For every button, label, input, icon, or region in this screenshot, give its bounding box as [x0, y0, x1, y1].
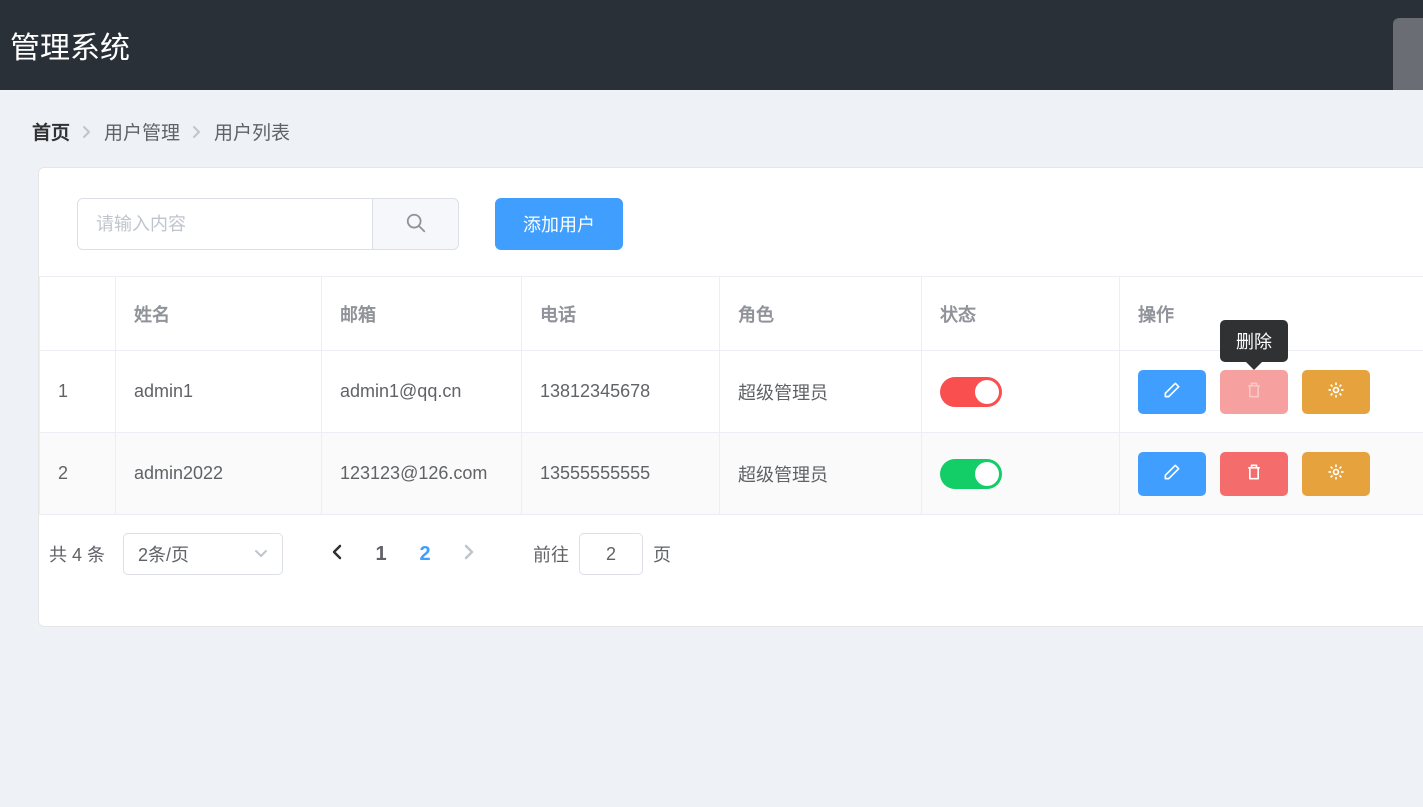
- cell-ops: 删除: [1120, 351, 1423, 433]
- toolbar: 添加用户: [39, 198, 1423, 276]
- col-header-phone: 电话: [522, 277, 720, 351]
- search-group: [77, 198, 459, 250]
- table-header-row: 姓名 邮箱 电话 角色 状态 操作: [40, 277, 1423, 351]
- col-header-name: 姓名: [116, 277, 322, 351]
- next-page-button[interactable]: [449, 534, 489, 574]
- state-toggle[interactable]: [940, 459, 1002, 489]
- cell-email: admin1@qq.cn: [322, 351, 522, 433]
- cell-ops: [1120, 433, 1423, 515]
- table-row: 2 admin2022 123123@126.com 13555555555 超…: [40, 433, 1423, 515]
- state-toggle[interactable]: [940, 377, 1002, 407]
- pager: 1 2: [317, 534, 489, 574]
- pagination: 共 4 条 2条/页 1 2 前往 页: [39, 515, 1423, 615]
- table-row: 1 admin1 admin1@qq.cn 13812345678 超级管理员: [40, 351, 1423, 433]
- col-header-state: 状态: [922, 277, 1120, 351]
- cell-state: [922, 351, 1120, 433]
- chevron-right-icon: [192, 125, 202, 139]
- app-title: 管理系统: [10, 23, 130, 67]
- cell-role: 超级管理员: [720, 351, 922, 433]
- delete-button[interactable]: 删除: [1220, 370, 1288, 414]
- trash-icon: [1244, 462, 1264, 485]
- page-number-2[interactable]: 2: [405, 534, 445, 574]
- settings-button[interactable]: [1302, 370, 1370, 414]
- chevron-left-icon: [330, 543, 344, 566]
- edit-button[interactable]: [1138, 370, 1206, 414]
- content-card: 添加用户 姓名 邮箱 电话 角色 状态 操作 1 admin1: [38, 167, 1423, 627]
- tooltip-delete: 删除: [1220, 320, 1288, 362]
- toggle-knob: [975, 380, 999, 404]
- chevron-right-icon: [82, 125, 92, 139]
- page-jump: 前往 页: [533, 533, 671, 575]
- main-area: 首页 用户管理 用户列表 添加用户: [0, 90, 1423, 627]
- cell-phone: 13812345678: [522, 351, 720, 433]
- cell-index: 2: [40, 433, 116, 515]
- settings-button[interactable]: [1302, 452, 1370, 496]
- cell-name: admin1: [116, 351, 322, 433]
- col-header-role: 角色: [720, 277, 922, 351]
- gear-icon: [1326, 462, 1346, 485]
- page-size-select[interactable]: 2条/页: [123, 533, 283, 575]
- breadcrumb-item-user-list: 用户列表: [214, 118, 290, 145]
- chevron-down-icon: [254, 544, 268, 565]
- breadcrumb-item-user-mgmt[interactable]: 用户管理: [104, 118, 180, 145]
- cell-email: 123123@126.com: [322, 433, 522, 515]
- header-right-handle[interactable]: [1393, 18, 1423, 90]
- search-button[interactable]: [372, 199, 458, 249]
- edit-button[interactable]: [1138, 452, 1206, 496]
- add-user-button[interactable]: 添加用户: [495, 198, 623, 250]
- jump-input[interactable]: [579, 533, 643, 575]
- cell-state: [922, 433, 1120, 515]
- col-header-email: 邮箱: [322, 277, 522, 351]
- user-table: 姓名 邮箱 电话 角色 状态 操作 1 admin1 admin1@qq.cn …: [39, 276, 1423, 515]
- cell-name: admin2022: [116, 433, 322, 515]
- col-header-index: [40, 277, 116, 351]
- breadcrumb-item-home[interactable]: 首页: [32, 118, 70, 145]
- delete-button[interactable]: [1220, 452, 1288, 496]
- page-number-1[interactable]: 1: [361, 534, 401, 574]
- edit-icon: [1162, 380, 1182, 403]
- page-size-label: 2条/页: [138, 541, 189, 567]
- pagination-total: 共 4 条: [49, 541, 105, 567]
- action-buttons: [1138, 452, 1410, 496]
- trash-icon: [1244, 380, 1264, 403]
- prev-page-button[interactable]: [317, 534, 357, 574]
- breadcrumb: 首页 用户管理 用户列表: [6, 94, 1423, 167]
- cell-phone: 13555555555: [522, 433, 720, 515]
- cell-role: 超级管理员: [720, 433, 922, 515]
- search-input[interactable]: [78, 199, 372, 249]
- jump-prefix: 前往: [533, 541, 569, 567]
- cell-index: 1: [40, 351, 116, 433]
- app-header: 管理系统: [0, 0, 1423, 90]
- search-icon: [405, 212, 427, 237]
- chevron-right-icon: [462, 543, 476, 566]
- action-buttons: 删除: [1138, 370, 1410, 414]
- toggle-knob: [975, 462, 999, 486]
- gear-icon: [1326, 380, 1346, 403]
- jump-suffix: 页: [653, 541, 671, 567]
- edit-icon: [1162, 462, 1182, 485]
